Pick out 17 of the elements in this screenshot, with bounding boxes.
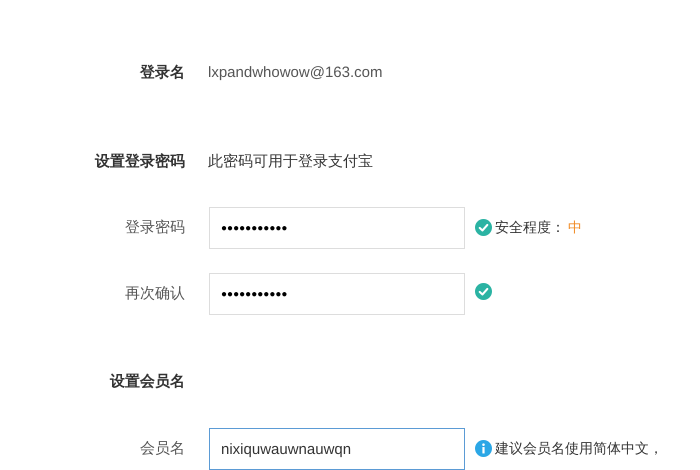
section-title: 设置会员名 bbox=[108, 372, 185, 392]
hint-text: 建议会员名使用简体中文， bbox=[495, 439, 663, 458]
field-label: 登录密码 bbox=[124, 218, 185, 238]
section-title: 设置登录密码 bbox=[94, 152, 185, 172]
field-label: 登录名 bbox=[138, 62, 185, 83]
field-label: 会员名 bbox=[139, 438, 185, 459]
field-label: 再次确认 bbox=[124, 284, 185, 304]
info-icon bbox=[475, 440, 492, 457]
password-field[interactable]: ●●●●●●●●●●● bbox=[209, 207, 465, 249]
strength-value: 中 bbox=[568, 218, 582, 237]
member-name-field[interactable]: nixiquwauwnauwqn bbox=[209, 428, 465, 470]
strength-label: 安全程度： bbox=[495, 218, 565, 237]
login-name-value: lxpandwhowow@163.com bbox=[208, 62, 382, 83]
check-icon bbox=[475, 219, 492, 236]
check-icon bbox=[475, 283, 492, 300]
section-note: 此密码可用于登录支付宝 bbox=[208, 152, 373, 172]
password-field[interactable]: ●●●●●●●●●●● bbox=[209, 273, 465, 315]
